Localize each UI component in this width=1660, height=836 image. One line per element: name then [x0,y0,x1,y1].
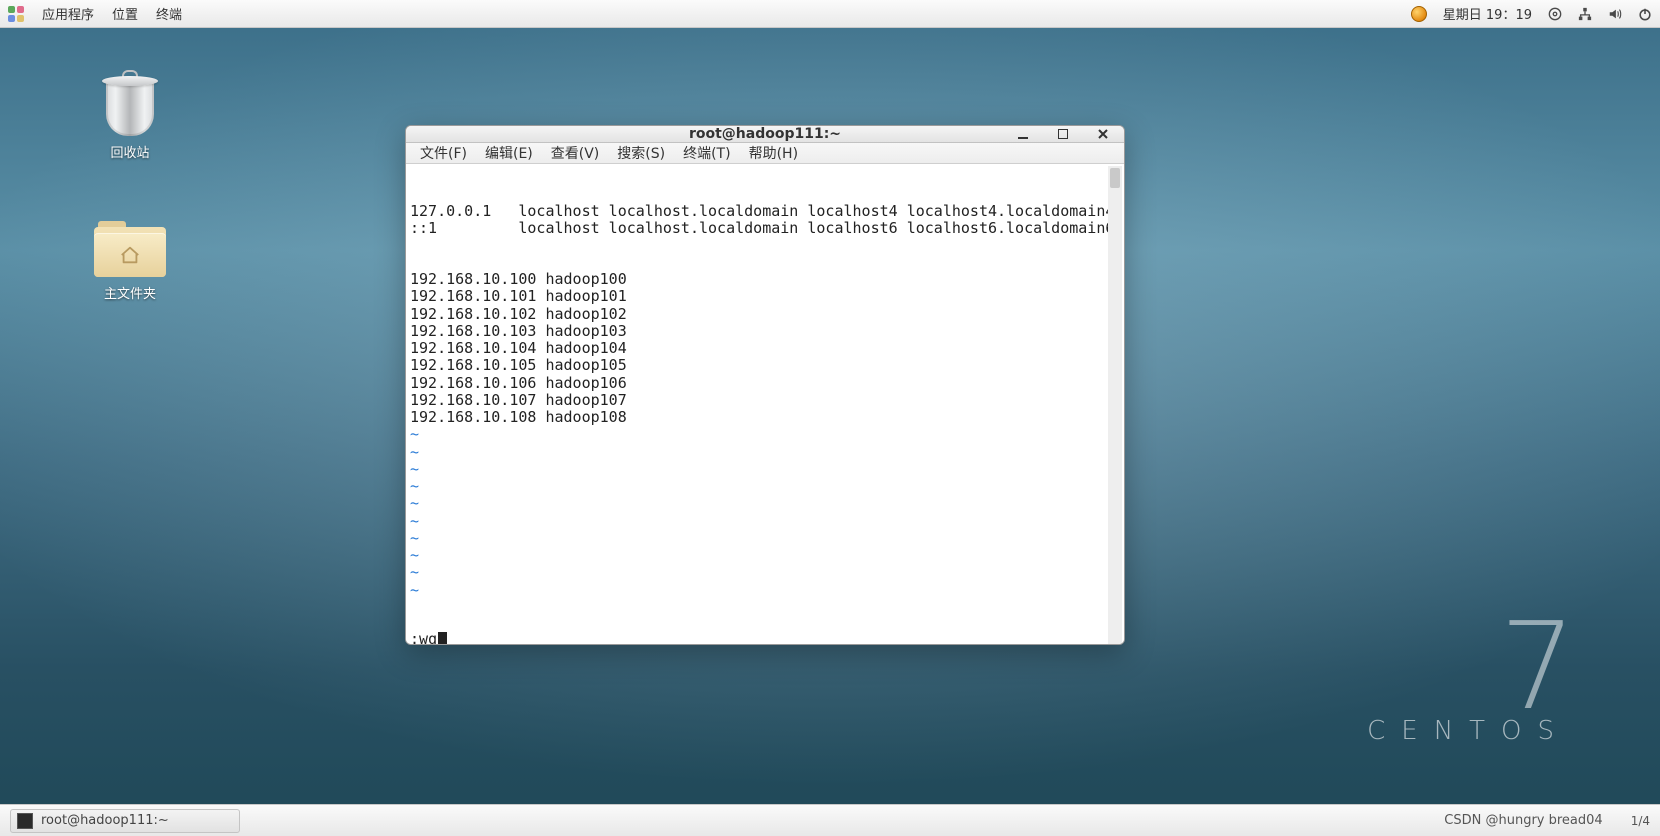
desktop-icon-home-label: 主文件夹 [104,283,156,302]
network-icon[interactable] [1578,7,1592,21]
window-titlebar[interactable]: root@hadoop111:~ [406,126,1124,143]
terminal-line: 192.168.10.100 hadoop100 [410,271,1118,288]
terminal-scrollbar[interactable] [1108,166,1122,645]
vim-tilde-line: ~ [410,495,1118,512]
cursor-icon [438,632,447,645]
menubar-search[interactable]: 搜索(S) [617,143,665,163]
bottom-panel: root@hadoop111:~ CSDN @hungry bread04 1/… [0,804,1660,836]
vim-tilde-line: ~ [410,547,1118,564]
terminal-line: 192.168.10.108 hadoop108 [410,409,1118,426]
vim-tilde-line: ~ [410,461,1118,478]
menubar-help[interactable]: 帮助(H) [749,143,798,163]
terminal-line: 192.168.10.107 hadoop107 [410,392,1118,409]
desktop-icons: 回收站 主文件夹 [80,70,180,302]
vim-command-text: :wq [410,631,437,645]
home-icon [119,245,141,265]
accessibility-icon[interactable] [1548,7,1562,21]
vim-tilde-line: ~ [410,426,1118,443]
menubar-file[interactable]: 文件(F) [420,143,467,163]
maximize-icon [1058,129,1068,139]
desktop-icon-trash-label: 回收站 [110,142,149,161]
top-panel: 应用程序 位置 终端 星期日 19：19 [0,0,1660,28]
power-icon[interactable] [1638,7,1652,21]
os-brand: 7 CENTOS [1367,620,1570,746]
menu-applications[interactable]: 应用程序 [42,4,94,23]
folder-icon [94,221,166,277]
terminal-line: 127.0.0.1 localhost localhost.localdomai… [410,203,1118,220]
clock[interactable]: 星期日 19：19 [1443,4,1532,23]
terminal-line: ::1 localhost localhost.localdomain loca… [410,220,1118,237]
watermark-text: CSDN @hungry bread04 [1444,813,1602,828]
terminal-line: 192.168.10.103 hadoop103 [410,323,1118,340]
menu-terminal[interactable]: 终端 [156,4,182,23]
vim-tilde-line: ~ [410,513,1118,530]
menubar-view[interactable]: 查看(V) [551,143,600,163]
os-version: 7 [1367,620,1570,716]
vim-command-line[interactable]: :wq [410,631,1106,645]
taskbar-task-terminal[interactable]: root@hadoop111:~ [10,809,240,833]
desktop-icon-home[interactable]: 主文件夹 [80,221,180,302]
window-minimize-button[interactable] [1010,125,1036,147]
scroll-thumb[interactable] [1110,168,1120,188]
menubar-terminal[interactable]: 终端(T) [683,143,730,163]
terminal-line: 192.168.10.104 hadoop104 [410,340,1118,357]
menu-places[interactable]: 位置 [112,4,138,23]
menubar-edit[interactable]: 编辑(E) [485,143,533,163]
vim-tilde-line: ~ [410,582,1118,599]
os-name: CENTOS [1367,716,1570,746]
terminal-icon [17,813,33,829]
terminal-line: 192.168.10.101 hadoop101 [410,288,1118,305]
vim-tilde-line: ~ [410,530,1118,547]
trash-icon [102,70,158,136]
user-emoji-icon[interactable] [1411,6,1427,22]
vim-tilde-line: ~ [410,478,1118,495]
terminal-window: root@hadoop111:~ 文件(F) 编辑(E) 查看(V) 搜索(S)… [405,125,1125,645]
window-maximize-button[interactable] [1050,125,1076,147]
terminal-line: 192.168.10.102 hadoop102 [410,306,1118,323]
desktop-icon-trash[interactable]: 回收站 [80,70,180,161]
terminal-content[interactable]: 127.0.0.1 localhost localhost.localdomai… [406,164,1124,645]
volume-icon[interactable] [1608,7,1622,21]
terminal-line: 192.168.10.106 hadoop106 [410,375,1118,392]
taskbar-task-label: root@hadoop111:~ [41,813,169,828]
vim-tilde-line: ~ [410,444,1118,461]
terminal-line [410,254,1118,271]
window-title: root@hadoop111:~ [689,126,841,142]
terminal-line [410,237,1118,254]
terminal-line: 192.168.10.105 hadoop105 [410,357,1118,374]
window-close-button[interactable] [1090,125,1116,147]
applications-icon [8,6,24,22]
close-icon [1097,128,1109,140]
workspace-pager[interactable]: 1/4 [1631,814,1650,828]
vim-tilde-line: ~ [410,564,1118,581]
